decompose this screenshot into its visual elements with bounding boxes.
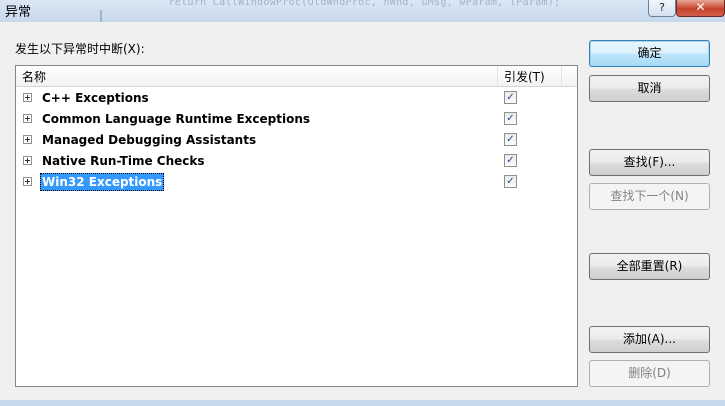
background-code-text: return CallWindowProc(OldWndProc, hWnd, … xyxy=(118,0,561,8)
list-item[interactable]: Common Language Runtime Exceptions ✓ xyxy=(16,109,577,130)
column-header-thrown[interactable]: 引发(T) xyxy=(504,68,545,85)
close-icon: ✕ xyxy=(695,0,706,14)
break-when-thrown-label: 发生以下异常时中断(X): xyxy=(15,42,145,56)
list-item[interactable]: C++ Exceptions ✓ xyxy=(16,88,577,109)
expand-icon[interactable] xyxy=(23,114,32,123)
thrown-checkbox[interactable]: ✓ xyxy=(504,133,517,146)
thrown-checkbox[interactable]: ✓ xyxy=(504,154,517,167)
exceptions-list[interactable]: 名称 引发(T) C++ Exceptions ✓ Common Languag… xyxy=(15,65,578,387)
add-button[interactable]: 添加(A)... xyxy=(589,326,710,353)
reset-all-button[interactable]: 全部重置(R) xyxy=(589,253,710,280)
exception-category-label[interactable]: C++ Exceptions xyxy=(40,89,151,107)
list-item[interactable]: Win32 Exceptions ✓ xyxy=(16,172,577,193)
expand-icon[interactable] xyxy=(23,177,32,186)
expand-icon[interactable] xyxy=(23,135,32,144)
delete-button[interactable]: 删除(D) xyxy=(589,360,710,387)
find-button[interactable]: 查找(F)... xyxy=(589,149,710,176)
expand-icon[interactable] xyxy=(23,93,32,102)
dialog-body: 发生以下异常时中断(X): 名称 引发(T) C++ Exceptions ✓ … xyxy=(0,22,725,400)
thrown-checkbox[interactable]: ✓ xyxy=(504,91,517,104)
check-icon: ✓ xyxy=(506,176,515,187)
list-item[interactable]: Native Run-Time Checks ✓ xyxy=(16,151,577,172)
ok-button[interactable]: 确定 xyxy=(589,40,710,67)
column-divider[interactable] xyxy=(561,66,562,86)
column-divider[interactable] xyxy=(497,66,498,86)
exception-category-label[interactable]: Win32 Exceptions xyxy=(40,173,165,191)
thrown-checkbox[interactable]: ✓ xyxy=(504,112,517,125)
window-frame-bottom xyxy=(0,400,725,406)
thrown-checkbox[interactable]: ✓ xyxy=(504,175,517,188)
check-icon: ✓ xyxy=(506,134,515,145)
help-icon: ? xyxy=(659,1,665,14)
check-icon: ✓ xyxy=(506,155,515,166)
exception-category-label[interactable]: Native Run-Time Checks xyxy=(40,152,207,170)
exception-category-label[interactable]: Common Language Runtime Exceptions xyxy=(40,110,312,128)
expand-icon[interactable] xyxy=(23,156,32,165)
exception-category-label[interactable]: Managed Debugging Assistants xyxy=(40,131,258,149)
list-item[interactable]: Managed Debugging Assistants ✓ xyxy=(16,130,577,151)
column-header-name[interactable]: 名称 xyxy=(22,68,46,85)
find-next-button[interactable]: 查找下一个(N) xyxy=(589,183,710,210)
check-icon: ✓ xyxy=(506,92,515,103)
cancel-button[interactable]: 取消 xyxy=(589,75,710,102)
title-bar: return CallWindowProc(OldWndProc, hWnd, … xyxy=(0,0,725,24)
window-title: 异常 xyxy=(5,5,32,20)
list-header: 名称 引发(T) xyxy=(16,66,577,87)
check-icon: ✓ xyxy=(506,113,515,124)
help-button[interactable]: ? xyxy=(648,0,676,17)
close-button[interactable]: ✕ xyxy=(676,0,725,17)
